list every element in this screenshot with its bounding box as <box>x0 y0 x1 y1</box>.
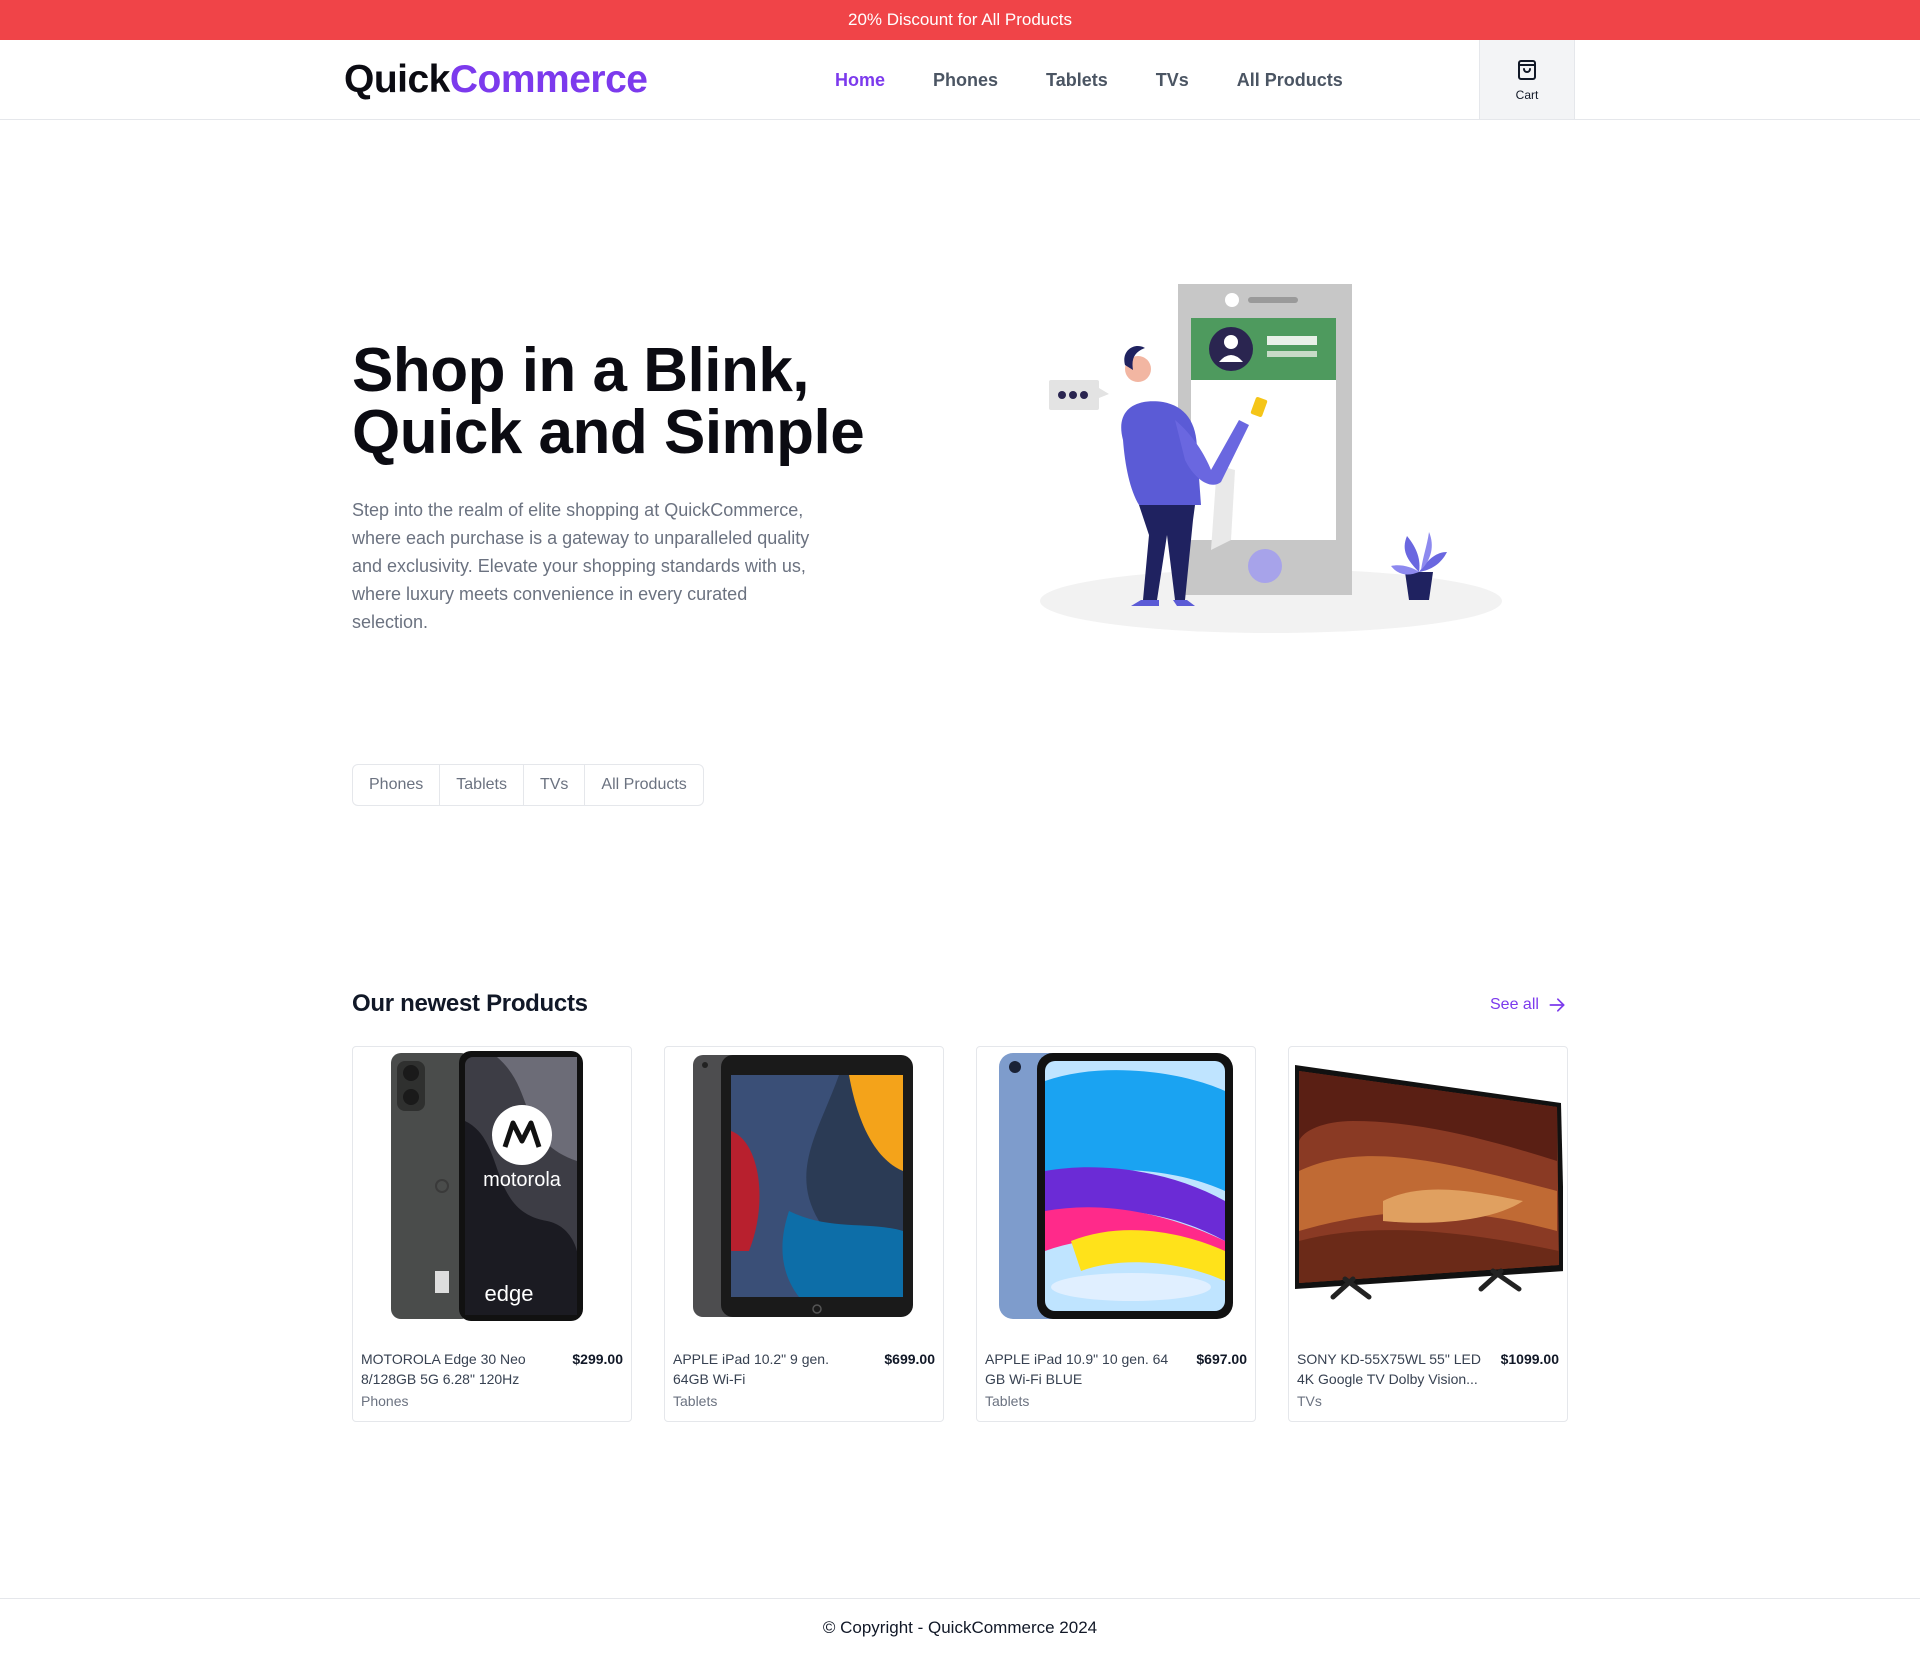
see-all-link[interactable]: See all <box>1490 995 1567 1015</box>
product-card-ipad-10[interactable]: APPLE iPad 10.9" 10 gen. 64 GB Wi-Fi BLU… <box>976 1046 1256 1422</box>
logo-part-commerce: Commerce <box>449 58 648 101</box>
category-tablets[interactable]: Tablets <box>440 765 524 805</box>
hero-description: Step into the realm of elite shopping at… <box>352 500 810 632</box>
product-price: $299.00 <box>572 1351 623 1367</box>
product-category: TVs <box>1297 1393 1322 1409</box>
nav-phones[interactable]: Phones <box>933 70 998 91</box>
hero-title-line1: Shop in a Blink, <box>352 336 810 405</box>
product-price: $697.00 <box>1196 1351 1247 1367</box>
hero-title: Shop in a Blink, Quick and Simple <box>352 340 865 467</box>
product-card-ipad-9[interactable]: APPLE iPad 10.2" 9 gen. 64GB Wi-Fi $699.… <box>664 1046 944 1422</box>
site-header: QuickCommerce Home Phones Tablets TVs Al… <box>0 40 1920 120</box>
product-price: $699.00 <box>884 1351 935 1367</box>
promo-banner: 20% Discount for All Products <box>0 0 1920 40</box>
product-image-tv <box>1293 1051 1563 1321</box>
nav-all-products[interactable]: All Products <box>1237 70 1343 91</box>
product-name: MOTOROLA Edge 30 Neo 8/128GB 5G 6.28" 12… <box>361 1351 526 1387</box>
product-image-ipad-blue <box>999 1053 1233 1319</box>
promo-banner-text: 20% Discount for All Products <box>848 10 1072 29</box>
newest-products-title: Our newest Products <box>352 990 588 1017</box>
product-category: Tablets <box>673 1393 718 1409</box>
product-category: Tablets <box>985 1393 1030 1409</box>
copyright-text: © Copyright - QuickCommerce 2024 <box>822 1617 1098 1637</box>
logo[interactable]: QuickCommerce <box>344 58 648 102</box>
category-phones[interactable]: Phones <box>353 765 441 805</box>
cart-label: Cart <box>1515 87 1539 102</box>
shopping-bag-icon <box>1518 59 1536 80</box>
logo-part-quick: Quick <box>344 58 450 101</box>
phone-model-text: edge <box>485 1281 534 1306</box>
product-name: SONY KD-55X75WL 55" LED 4K Google TV Dol… <box>1297 1351 1481 1387</box>
phone-brand-text: motorola <box>483 1169 562 1191</box>
cart-button[interactable]: Cart <box>1479 40 1575 119</box>
product-price: $1099.00 <box>1500 1351 1559 1367</box>
hero-illustration <box>1040 284 1502 633</box>
product-name: APPLE iPad 10.2" 9 gen. 64GB Wi-Fi <box>673 1351 829 1387</box>
product-image-ipad-grey <box>693 1055 913 1317</box>
product-category: Phones <box>361 1393 409 1409</box>
product-card-sony-tv[interactable]: SONY KD-55X75WL 55" LED 4K Google TV Dol… <box>1288 1046 1568 1422</box>
see-all-label: See all <box>1490 996 1539 1013</box>
product-name: APPLE iPad 10.9" 10 gen. 64 GB Wi-Fi BLU… <box>985 1351 1169 1387</box>
nav-home[interactable]: Home <box>835 70 885 91</box>
category-tvs[interactable]: TVs <box>524 765 586 805</box>
main-nav: Home Phones Tablets TVs All Products <box>835 40 1391 120</box>
hero-title-line2: Quick and Simple <box>352 398 865 467</box>
arrow-right-icon <box>1549 998 1565 1012</box>
site-footer: © Copyright - QuickCommerce 2024 <box>0 1598 1920 1656</box>
nav-tvs[interactable]: TVs <box>1156 70 1189 91</box>
nav-tablets[interactable]: Tablets <box>1046 70 1108 91</box>
category-all-products[interactable]: All Products <box>585 765 702 805</box>
product-card-motorola[interactable]: motorola edge MOTOROLA Edge 30 Neo 8/128… <box>352 1046 632 1422</box>
category-filter: Phones Tablets TVs All Products <box>352 764 704 806</box>
product-image-phone: motorola edge <box>391 1051 583 1321</box>
